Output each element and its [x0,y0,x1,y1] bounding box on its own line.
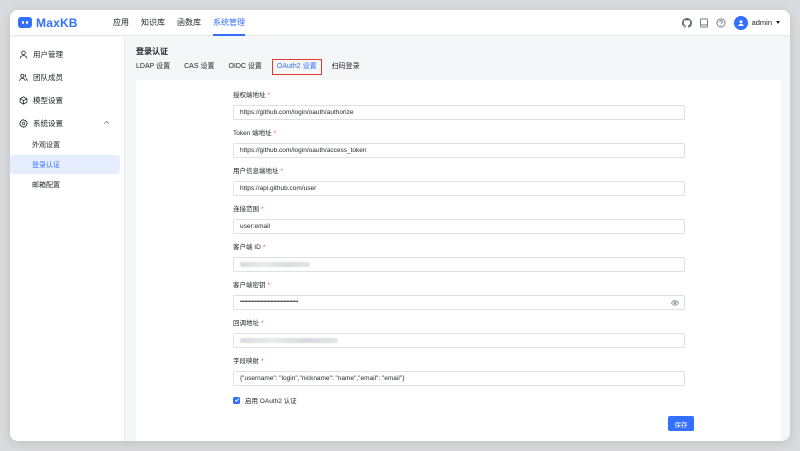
nav-item-apps[interactable]: 应用 [107,10,135,36]
field-label: 客户端密钥 * [233,282,271,289]
sidebar-item-label: 系统设置 [33,118,63,128]
sidebar-item-label: 用户管理 [33,49,63,59]
sidebar-item-label: 模型设置 [33,95,63,105]
tab-cas[interactable]: CAS 设置 [184,60,214,78]
sidebar-item-users[interactable]: 用户管理 [10,43,120,65]
field-label: 授权端地址 * [233,92,271,99]
cube-icon [19,95,28,105]
nav-item-functions[interactable]: 函数库 [171,10,207,36]
logo[interactable]: MaxKB [18,16,98,30]
client-id-input[interactable] [233,257,685,272]
field-mapping-input[interactable]: {"username": "login","nickname": "name",… [233,371,685,386]
top-nav: 应用 知识库 函数库 系统管理 [107,10,251,36]
scope-input[interactable]: user:email [233,219,685,234]
field-label: 连接范围 * [233,206,264,213]
field-label: 客户端 ID * [233,244,266,251]
user-icon [19,50,28,59]
redacted-value [240,338,338,343]
tab-qrcode[interactable]: 扫码登录 [332,60,360,78]
redacted-value [240,262,310,267]
tab-oauth2[interactable]: OAuth2 设置 [271,59,322,75]
sidebar-subitem-email[interactable]: 邮箱配置 [10,175,120,194]
logo-text: MaxKB [36,15,78,30]
top-bar: MaxKB 应用 知识库 函数库 系统管理 admin [10,10,790,36]
auth-tabs: LDAP 设置 CAS 设置 OIDC 设置 OAuth2 设置 扫码登录 [136,59,374,78]
sidebar-item-system-settings[interactable]: 系统设置 [10,112,120,134]
help-icon[interactable] [716,18,726,28]
logo-icon [18,17,32,28]
enable-oauth2-row: 启用 OAuth2 认证 [233,395,685,405]
settings-card: 授权端地址 * https://github.com/login/oauth/au… [136,80,781,441]
field-label: 用户信息端地址 * [233,168,284,175]
client-secret-input[interactable]: •••••••••••••••••••••••••••••••••••••••• [233,295,685,310]
authorize-url-input[interactable]: https://github.com/login/oauth/authorize [233,105,685,120]
caret-down-icon[interactable] [776,21,780,24]
userinfo-url-input[interactable]: https://api.github.com/user [233,181,685,196]
document-icon[interactable] [699,18,709,28]
enable-oauth2-label[interactable]: 启用 OAuth2 认证 [245,395,297,405]
avatar[interactable] [733,15,748,30]
callback-url-input[interactable] [233,333,685,348]
sidebar-subitem-login-auth[interactable]: 登录认证 [10,155,120,174]
gear-icon [19,118,28,128]
save-button[interactable]: 保存 [668,416,694,431]
sidebar-item-team[interactable]: 团队成员 [10,66,120,88]
nav-item-knowledge[interactable]: 知识库 [135,10,171,36]
sidebar-item-label: 团队成员 [33,72,63,82]
team-icon [19,73,28,82]
oauth2-form: 授权端地址 * https://github.com/login/oauth/au… [233,91,685,405]
chevron-up-icon[interactable] [103,119,110,128]
nav-item-system[interactable]: 系统管理 [207,10,251,36]
tab-oidc[interactable]: OIDC 设置 [228,60,261,78]
sidebar-item-models[interactable]: 模型设置 [10,89,120,111]
enable-oauth2-checkbox[interactable] [233,396,240,404]
user-name[interactable]: admin [752,18,772,27]
field-label: Token 端地址 * [233,130,277,137]
app-window: MaxKB 应用 知识库 函数库 系统管理 admin 用户管理 团队成员 模型… [10,10,790,441]
main-content: 登录认证 LDAP 设置 CAS 设置 OIDC 设置 OAuth2 设置 扫码… [126,37,790,441]
eye-icon[interactable] [671,299,679,312]
client-secret-value: •••••••••••••••••••••••••••••••••••••••• [240,299,299,305]
github-icon[interactable] [681,17,692,28]
top-right-tools: admin [675,15,780,30]
user-avatar-icon [737,19,744,26]
check-icon [234,398,239,402]
sidebar-subitem-appearance[interactable]: 外观设置 [10,135,120,154]
tab-ldap[interactable]: LDAP 设置 [136,60,170,78]
field-label: 字段映射 * [233,358,264,365]
page-title: 登录认证 [136,47,168,56]
field-label: 回调地址 * [233,320,264,327]
token-url-input[interactable]: https://github.com/login/oauth/access_to… [233,143,685,158]
sidebar: 用户管理 团队成员 模型设置 系统设置 外观设置 登录认证 邮箱配置 [10,37,125,441]
